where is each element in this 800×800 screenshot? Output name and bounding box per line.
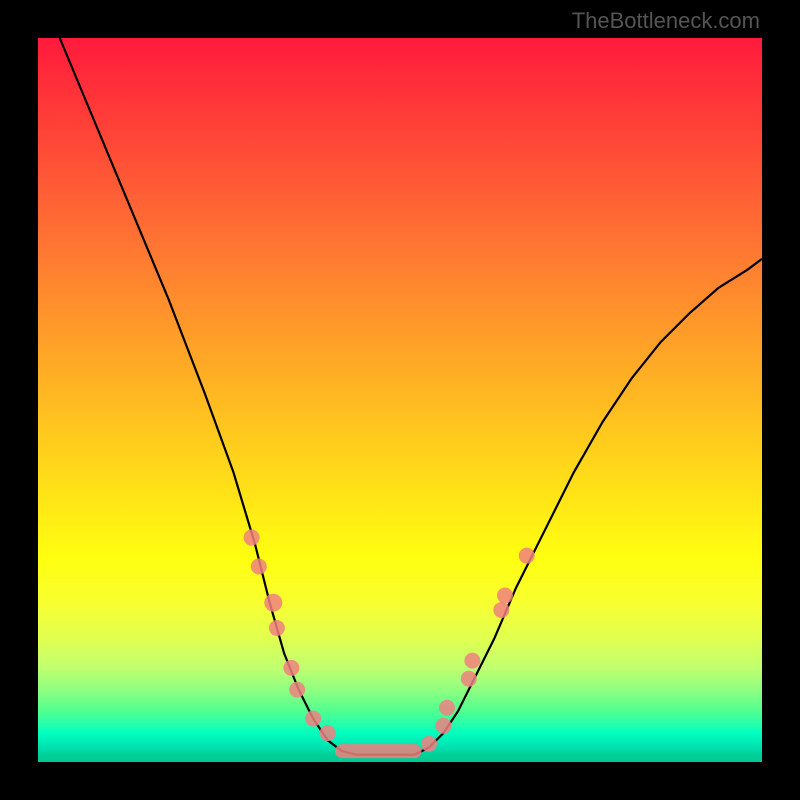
curve-left-branch	[60, 38, 357, 755]
data-point	[439, 700, 455, 716]
curve-group	[60, 38, 762, 755]
data-point	[283, 660, 299, 676]
data-point	[305, 711, 321, 727]
data-points-group	[244, 530, 535, 752]
data-point	[493, 602, 509, 618]
data-point	[251, 559, 267, 575]
data-point	[461, 671, 477, 687]
data-point	[519, 548, 535, 564]
chart-plot-area	[38, 38, 762, 762]
data-point	[320, 725, 336, 741]
data-point	[269, 620, 285, 636]
data-point	[264, 594, 282, 612]
data-point	[289, 682, 305, 698]
chart-svg	[38, 38, 762, 762]
data-point	[435, 718, 451, 734]
data-point	[244, 530, 260, 546]
data-point	[421, 736, 437, 752]
data-point	[497, 587, 513, 603]
watermark-text: TheBottleneck.com	[572, 8, 760, 34]
data-point	[464, 653, 480, 669]
